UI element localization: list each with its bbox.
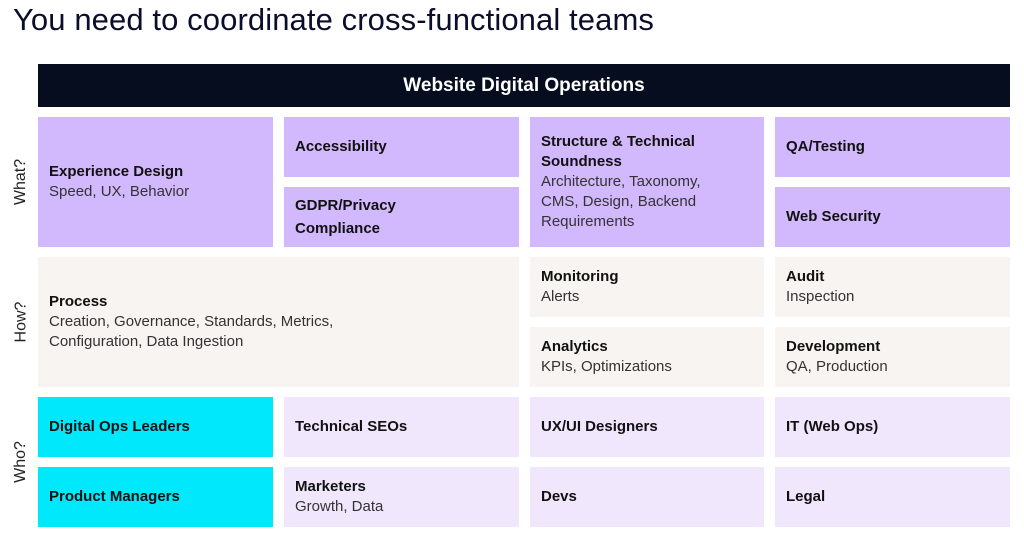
cell-title: Monitoring	[541, 268, 619, 285]
cell-monitoring: Monitoring Alerts	[530, 257, 764, 317]
cell-analytics: Analytics KPIs, Optimizations	[530, 327, 764, 387]
cell-title: Process	[49, 293, 108, 310]
cell-title: Legal	[786, 488, 826, 505]
cell-structure-technical: Structure & Technical Soundness Architec…	[530, 117, 764, 247]
cell-title: Product Managers	[49, 488, 180, 505]
cell-devs: Devs	[530, 467, 764, 527]
cell-legal: Legal	[775, 467, 1010, 527]
cell-marketers: Marketers Growth, Data	[284, 467, 519, 527]
cell-subtitle: Growth, Data	[295, 498, 384, 515]
cell-title: Analytics	[541, 338, 608, 355]
cell-process: Process Creation, Governance, Standards,…	[38, 257, 519, 387]
cell-title: Structure & Technical Soundness	[541, 133, 695, 170]
cell-title: Technical SEOs	[295, 418, 408, 435]
cell-title: Marketers	[295, 478, 366, 495]
cell-digital-ops-leaders: Digital Ops Leaders	[38, 397, 273, 457]
cell-title: IT (Web Ops)	[786, 418, 879, 435]
cell-subtitle: KPIs, Optimizations	[541, 358, 672, 375]
cell-accessibility: Accessibility	[284, 117, 519, 177]
cell-it-web-ops: IT (Web Ops)	[775, 397, 1010, 457]
cell-ux-ui-designers: UX/UI Designers	[530, 397, 764, 457]
cell-experience-design: Experience Design Speed, UX, Behavior	[38, 117, 273, 247]
header-title: Website Digital Operations	[403, 74, 645, 96]
cell-qa-testing: QA/Testing	[775, 117, 1010, 177]
cell-web-security: Web Security	[775, 187, 1010, 247]
cell-title: Accessibility	[295, 138, 387, 155]
cell-title: Digital Ops Leaders	[49, 418, 190, 435]
row-label-what: What?	[12, 158, 29, 206]
cell-audit: Audit Inspection	[775, 257, 1010, 317]
row-label-who: Who?	[12, 441, 30, 483]
header-bar: Website Digital Operations	[38, 64, 1010, 107]
cell-title: UX/UI Designers	[541, 418, 658, 435]
cell-subtitle: Inspection	[786, 288, 855, 305]
cell-development: Development QA, Production	[775, 327, 1010, 387]
cell-title: GDPR/Privacy Compliance	[295, 197, 396, 237]
cell-subtitle: Creation, Governance, Standards, Metrics…	[49, 313, 334, 350]
cell-title: Audit	[786, 268, 825, 285]
cell-title: Development	[786, 338, 881, 355]
cell-product-managers: Product Managers	[38, 467, 273, 527]
cell-title: Devs	[541, 488, 577, 505]
cell-subtitle: QA, Production	[786, 358, 888, 375]
cell-title: Experience Design	[49, 163, 184, 180]
cell-subtitle: Speed, UX, Behavior	[49, 183, 190, 200]
cell-gdpr-privacy: GDPR/Privacy Compliance	[284, 187, 519, 247]
cell-title: QA/Testing	[786, 138, 865, 155]
page-title: You need to coordinate cross-functional …	[13, 2, 654, 37]
cell-technical-seos: Technical SEOs	[284, 397, 519, 457]
cell-title: Web Security	[786, 208, 881, 225]
cell-subtitle: Alerts	[541, 288, 580, 305]
row-label-how: How?	[12, 301, 29, 343]
cell-subtitle: Architecture, Taxonomy, CMS, Design, Bac…	[541, 173, 701, 230]
